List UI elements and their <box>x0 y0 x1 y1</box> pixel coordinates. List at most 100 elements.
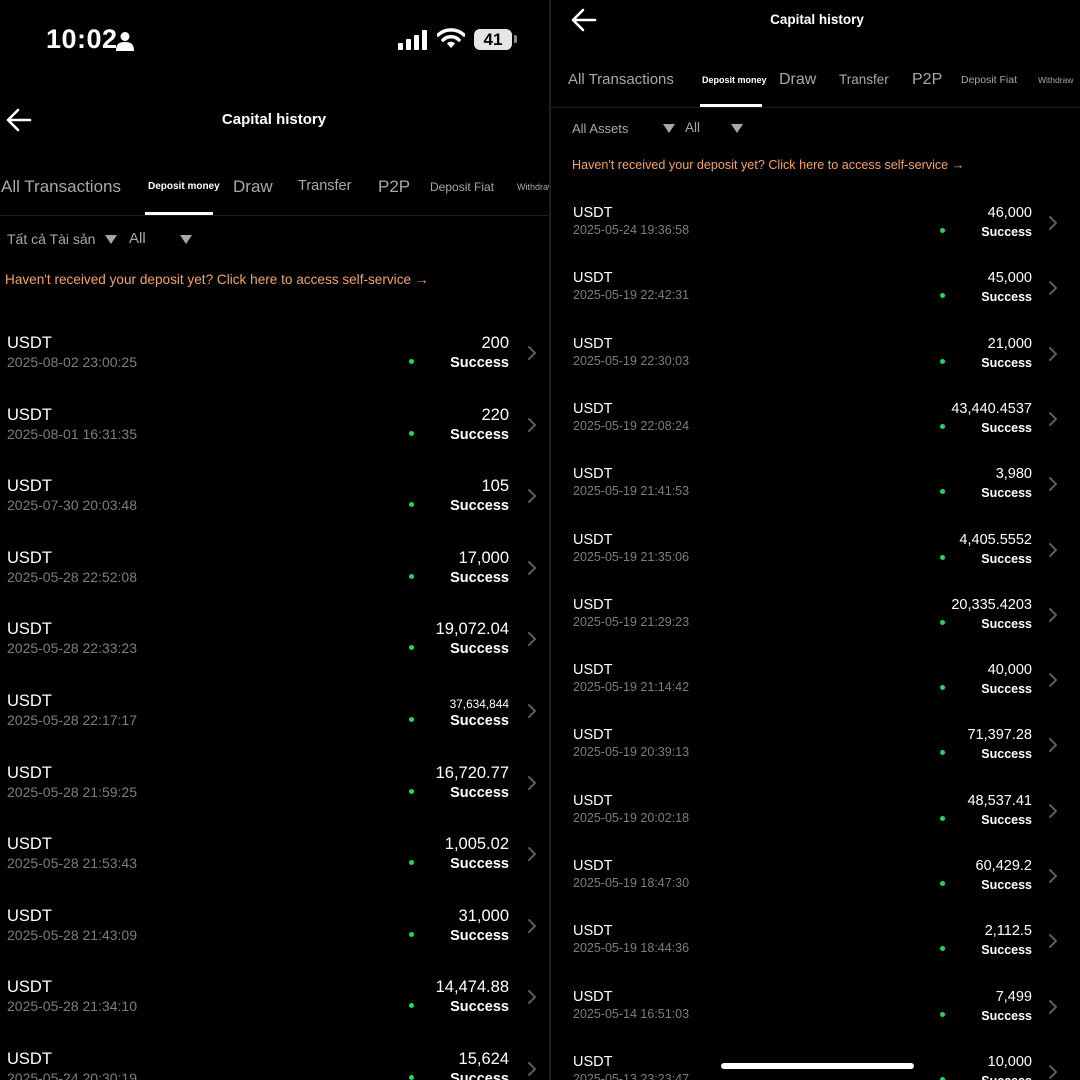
transaction-amount: 4,405.5552 <box>959 531 1032 548</box>
dropdown-triangle-icon[interactable] <box>731 124 743 133</box>
chevron-right-icon[interactable] <box>1048 868 1058 889</box>
transaction-row[interactable]: USDT 2025-05-28 21:43:09 31,000 Success <box>0 907 549 979</box>
chevron-right-icon[interactable] <box>527 775 537 796</box>
chevron-right-icon[interactable] <box>527 1061 537 1080</box>
coin-name: USDT <box>7 906 52 925</box>
chevron-right-icon[interactable] <box>1048 411 1058 432</box>
transaction-row[interactable]: USDT 2025-05-24 19:36:58 46,000 Success <box>551 205 1080 270</box>
transaction-row[interactable]: USDT 2025-05-19 21:14:42 40,000 Success <box>551 662 1080 727</box>
chevron-right-icon[interactable] <box>1048 672 1058 693</box>
transaction-row[interactable]: USDT 2025-05-19 21:41:53 3,980 Success <box>551 466 1080 531</box>
home-indicator[interactable] <box>721 1063 914 1069</box>
transaction-date: 2025-05-28 21:53:43 <box>7 855 137 872</box>
self-service-link[interactable]: Haven't received your deposit yet? Click… <box>5 272 428 287</box>
transaction-row[interactable]: USDT 2025-05-28 22:33:23 19,072.04 Success <box>0 620 549 692</box>
transaction-row[interactable]: USDT 2025-05-14 16:51:03 7,499 Success <box>551 989 1080 1054</box>
transaction-row[interactable]: USDT 2025-05-28 22:17:17 37,634,844 Success <box>0 692 549 764</box>
tab-deposit-money[interactable]: Deposit money <box>148 181 220 192</box>
transaction-row[interactable]: USDT 2025-05-19 22:30:03 21,000 Success <box>551 336 1080 401</box>
transaction-date: 2025-05-19 21:14:42 <box>573 680 690 695</box>
status-label: Success <box>981 1074 1032 1080</box>
chevron-right-icon[interactable] <box>527 846 537 867</box>
chevron-right-icon[interactable] <box>527 631 537 652</box>
status-label: Success <box>450 784 509 801</box>
tab-transfer[interactable]: Transfer <box>298 178 351 194</box>
chevron-right-icon[interactable] <box>527 345 537 366</box>
back-arrow-icon[interactable] <box>571 8 597 32</box>
chevron-right-icon[interactable] <box>527 703 537 724</box>
status-label: Success <box>981 747 1032 762</box>
transaction-row[interactable]: USDT 2025-05-19 20:39:13 71,397.28 Success <box>551 727 1080 792</box>
coin-name: USDT <box>573 923 613 940</box>
transaction-row[interactable]: USDT 2025-05-19 18:44:36 2,112.5 Success <box>551 923 1080 988</box>
tab-transfer[interactable]: Transfer <box>839 72 889 87</box>
self-service-link[interactable]: Haven't received your deposit yet? Click… <box>572 158 964 172</box>
coin-name: USDT <box>573 662 613 679</box>
chevron-right-icon[interactable] <box>527 488 537 509</box>
chevron-right-icon[interactable] <box>527 918 537 939</box>
transaction-row[interactable]: USDT 2025-05-28 21:53:43 1,005.02 Success <box>0 835 549 907</box>
chevron-right-icon[interactable] <box>1048 803 1058 824</box>
transaction-amount: 31,000 <box>458 906 509 925</box>
transaction-row[interactable]: USDT 2025-08-01 16:31:35 220 Success <box>0 406 549 478</box>
chevron-right-icon[interactable] <box>1048 737 1058 758</box>
transaction-row[interactable]: USDT 2025-05-19 22:42:31 45,000 Success <box>551 270 1080 335</box>
tab-all-transactions[interactable]: All Transactions <box>1 177 121 197</box>
dropdown-triangle-icon[interactable] <box>105 235 117 244</box>
status-label: Success <box>981 225 1032 239</box>
transaction-date: 2025-05-19 18:44:36 <box>573 941 690 956</box>
transaction-row[interactable]: USDT 2025-05-19 21:35:06 4,405.5552 Success <box>551 532 1080 597</box>
coin-name: USDT <box>7 1050 52 1068</box>
right-screenshot: Capital history All Transactions Deposit … <box>551 0 1080 1080</box>
chevron-right-icon[interactable] <box>1048 215 1058 236</box>
chevron-right-icon[interactable] <box>1048 346 1058 367</box>
tab-deposit-fiat[interactable]: Deposit Fiat <box>430 180 494 194</box>
tab-all-transactions[interactable]: All Transactions <box>568 71 674 88</box>
transaction-row[interactable]: USDT 2025-05-28 21:59:25 16,720.77 Success <box>0 764 549 836</box>
transaction-amount: 40,000 <box>987 662 1032 679</box>
back-arrow-icon[interactable] <box>6 108 32 132</box>
chevron-right-icon[interactable] <box>527 989 537 1010</box>
dropdown-triangle-icon[interactable] <box>180 235 192 244</box>
chevron-right-icon[interactable] <box>1048 1064 1058 1080</box>
tab-draw[interactable]: Draw <box>779 71 816 89</box>
transaction-row[interactable]: USDT 2025-08-02 23:00:25 200 Success <box>0 334 549 406</box>
coin-name: USDT <box>7 620 52 639</box>
chevron-right-icon[interactable] <box>1048 933 1058 954</box>
tab-draw[interactable]: Draw <box>233 177 273 197</box>
transaction-row[interactable]: USDT 2025-05-19 22:08:24 43,440.4537 Succes… <box>551 401 1080 466</box>
chevron-right-icon[interactable] <box>527 417 537 438</box>
chevron-right-icon[interactable] <box>1048 607 1058 628</box>
tab-deposit-money[interactable]: Deposit money <box>702 75 767 85</box>
chevron-right-icon[interactable] <box>527 560 537 581</box>
status-dot-icon <box>940 619 945 625</box>
asset-filter[interactable]: All Assets <box>572 121 628 136</box>
status-dot-icon <box>940 489 945 495</box>
tab-withdraw[interactable]: Withdraw <box>1038 75 1073 85</box>
transaction-row[interactable]: USDT 2025-05-28 22:52:08 17,000 Success <box>0 549 549 621</box>
chevron-right-icon[interactable] <box>1048 280 1058 301</box>
status-dot-icon <box>409 573 414 579</box>
transaction-row[interactable]: USDT 2025-05-19 18:47:30 60,429.2 Success <box>551 858 1080 923</box>
transaction-row[interactable]: USDT 2025-05-28 21:34:10 14,474.88 Success <box>0 978 549 1050</box>
tab-deposit-fiat[interactable]: Deposit Fiat <box>961 74 1017 86</box>
coin-name: USDT <box>573 400 613 417</box>
status-filter[interactable]: All <box>129 230 146 247</box>
chevron-right-icon[interactable] <box>1048 999 1058 1020</box>
tab-p2p[interactable]: P2P <box>912 71 942 89</box>
coin-name: USDT <box>7 548 52 567</box>
status-filter[interactable]: All <box>685 120 700 135</box>
chevron-right-icon[interactable] <box>1048 542 1058 563</box>
transaction-row[interactable]: USDT 2025-05-24 20:30:19 15,624 Success <box>0 1050 549 1080</box>
transaction-amount: 21,000 <box>987 335 1032 352</box>
tab-p2p[interactable]: P2P <box>378 177 410 197</box>
status-dot-icon <box>940 750 945 756</box>
transaction-row[interactable]: USDT 2025-07-30 20:03:48 105 Success <box>0 477 549 549</box>
transaction-row[interactable]: USDT 2025-05-19 21:29:23 20,335.4203 Succes… <box>551 597 1080 662</box>
transaction-row[interactable]: USDT 2025-05-19 20:02:18 48,537.41 Success <box>551 793 1080 858</box>
tab-withdraw[interactable]: Withdraw <box>517 182 549 192</box>
chevron-right-icon[interactable] <box>1048 476 1058 497</box>
dropdown-triangle-icon[interactable] <box>663 124 675 133</box>
transaction-date: 2025-05-28 21:43:09 <box>7 926 137 943</box>
asset-filter[interactable]: Tất cả Tài sản <box>7 231 95 247</box>
